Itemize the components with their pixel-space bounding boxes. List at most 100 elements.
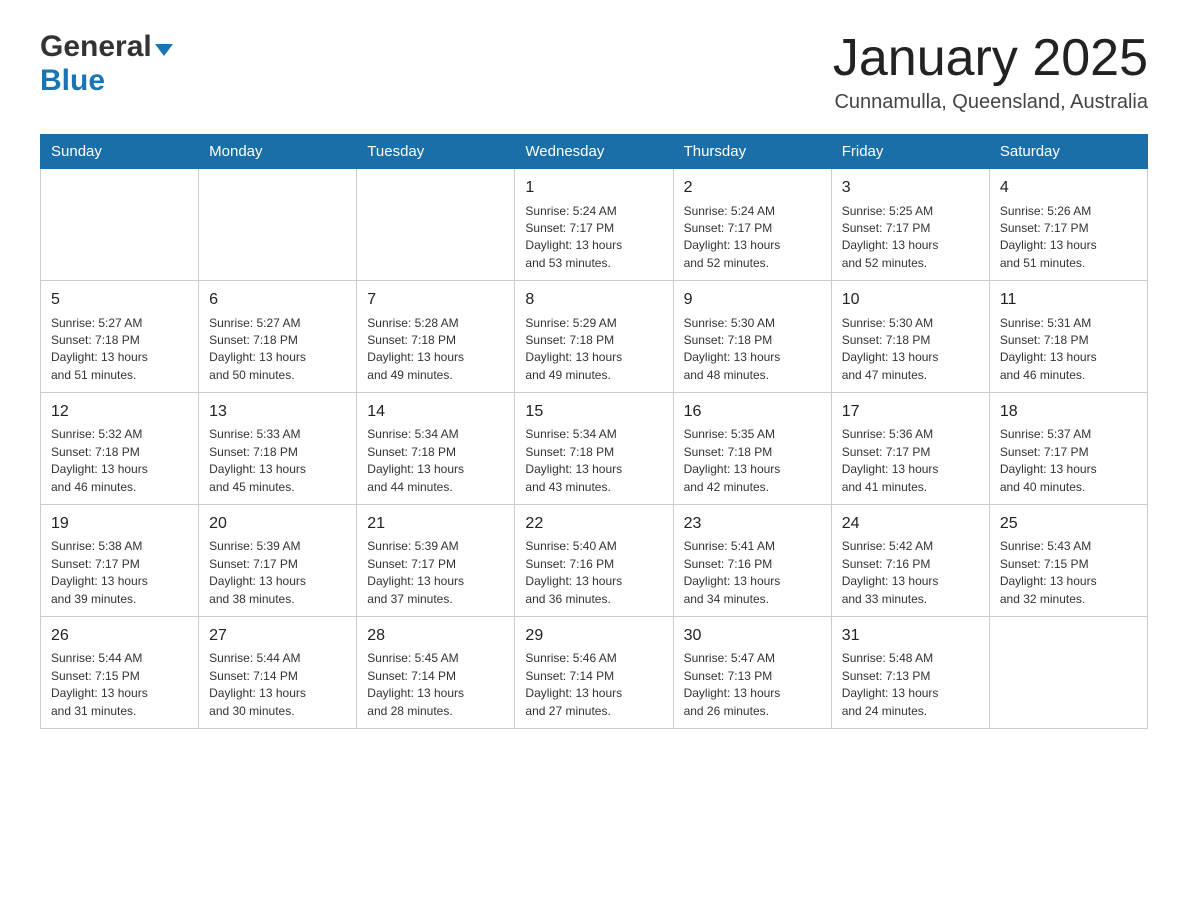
day-cell: 20Sunrise: 5:39 AMSunset: 7:17 PMDayligh…	[199, 505, 357, 617]
day-cell: 29 Sunrise: 5:46 AMSunset: 7:14 PMDayligh…	[515, 617, 673, 729]
day-cell: 12 Sunrise: 5:32 AMSunset: 7:18 PMDayligh…	[41, 393, 199, 505]
day-info: Sunrise: 5:40 AMSunset: 7:16 PMDaylight:…	[525, 538, 662, 608]
day-info: Sunrise: 5:27 AMSunset: 7:18 PMDaylight:…	[209, 315, 346, 385]
day-info: Sunrise: 5:37 AMSunset: 7:17 PMDaylight:…	[1000, 426, 1137, 496]
day-info: Sunrise: 5:39 AMSunset: 7:17 PMDaylight:…	[367, 538, 504, 608]
day-cell: 7 Sunrise: 5:28 AMSunset: 7:18 PMDaylight…	[357, 281, 515, 393]
day-cell: 27 Sunrise: 5:44 AMSunset: 7:14 PMDayligh…	[199, 617, 357, 729]
day-number: 18	[1000, 401, 1137, 423]
calendar-header-row: Sunday Monday Tuesday Wednesday Thursday…	[41, 135, 1148, 169]
day-info: Sunrise: 5:41 AMSunset: 7:16 PMDaylight:…	[684, 538, 821, 608]
day-number: 23	[684, 513, 821, 535]
day-cell: 9 Sunrise: 5:30 AMSunset: 7:18 PMDaylight…	[673, 281, 831, 393]
day-number: 8	[525, 289, 662, 311]
week-row-3: 19 Sunrise: 5:38 AMSunset: 7:17 PMDayligh…	[41, 505, 1148, 617]
day-number: 3	[842, 177, 979, 199]
day-number: 21	[367, 513, 504, 535]
logo-blue-text: Blue	[40, 64, 173, 98]
day-number: 16	[684, 401, 821, 423]
day-cell: 1 Sunrise: 5:24 AMSunset: 7:17 PMDaylight…	[515, 169, 673, 281]
logo-text-block: General Blue	[40, 30, 173, 98]
day-info: Sunrise: 5:34 AMSunset: 7:18 PMDaylight:…	[367, 426, 504, 496]
day-number: 4	[1000, 177, 1137, 199]
week-row-2: 12 Sunrise: 5:32 AMSunset: 7:18 PMDayligh…	[41, 393, 1148, 505]
day-info: Sunrise: 5:38 AMSunset: 7:17 PMDaylight:…	[51, 538, 188, 608]
day-number: 28	[367, 625, 504, 647]
day-number: 13	[209, 401, 346, 423]
header-tuesday: Tuesday	[357, 135, 515, 169]
day-info: Sunrise: 5:44 AMSunset: 7:15 PMDaylight:…	[51, 650, 188, 720]
day-info: Sunrise: 5:34 AMSunset: 7:18 PMDaylight:…	[525, 426, 662, 496]
day-number: 30	[684, 625, 821, 647]
day-info: Sunrise: 5:35 AMSunset: 7:18 PMDaylight:…	[684, 426, 821, 496]
day-cell: 13 Sunrise: 5:33 AMSunset: 7:18 PMDayligh…	[199, 393, 357, 505]
header-thursday: Thursday	[673, 135, 831, 169]
day-cell: 5Sunrise: 5:27 AMSunset: 7:18 PMDaylight…	[41, 281, 199, 393]
day-cell: 24Sunrise: 5:42 AMSunset: 7:16 PMDayligh…	[831, 505, 989, 617]
day-info: Sunrise: 5:25 AMSunset: 7:17 PMDaylight:…	[842, 203, 979, 273]
header-monday: Monday	[199, 135, 357, 169]
day-info: Sunrise: 5:29 AMSunset: 7:18 PMDaylight:…	[525, 315, 662, 385]
day-cell: 23 Sunrise: 5:41 AMSunset: 7:16 PMDayligh…	[673, 505, 831, 617]
day-info: Sunrise: 5:24 AMSunset: 7:17 PMDaylight:…	[525, 203, 662, 273]
day-number: 14	[367, 401, 504, 423]
day-info: Sunrise: 5:46 AMSunset: 7:14 PMDaylight:…	[525, 650, 662, 720]
logo: General Blue	[40, 30, 173, 98]
logo-triangle-icon	[155, 44, 173, 56]
title-section: January 2025 Cunnamulla, Queensland, Aus…	[833, 30, 1148, 114]
day-info: Sunrise: 5:31 AMSunset: 7:18 PMDaylight:…	[1000, 315, 1137, 385]
day-cell: 17Sunrise: 5:36 AMSunset: 7:17 PMDayligh…	[831, 393, 989, 505]
day-cell: 22 Sunrise: 5:40 AMSunset: 7:16 PMDayligh…	[515, 505, 673, 617]
day-number: 29	[525, 625, 662, 647]
day-number: 25	[1000, 513, 1137, 535]
header-wednesday: Wednesday	[515, 135, 673, 169]
day-number: 7	[367, 289, 504, 311]
day-info: Sunrise: 5:30 AMSunset: 7:18 PMDaylight:…	[842, 315, 979, 385]
day-cell: 31 Sunrise: 5:48 AMSunset: 7:13 PMDayligh…	[831, 617, 989, 729]
day-info: Sunrise: 5:42 AMSunset: 7:16 PMDaylight:…	[842, 538, 979, 608]
day-number: 20	[209, 513, 346, 535]
day-info: Sunrise: 5:32 AMSunset: 7:18 PMDaylight:…	[51, 426, 188, 496]
day-cell	[41, 169, 199, 281]
day-cell: 18 Sunrise: 5:37 AMSunset: 7:17 PMDayligh…	[989, 393, 1147, 505]
day-cell	[357, 169, 515, 281]
day-number: 31	[842, 625, 979, 647]
day-info: Sunrise: 5:26 AMSunset: 7:17 PMDaylight:…	[1000, 203, 1137, 273]
day-number: 15	[525, 401, 662, 423]
day-number: 11	[1000, 289, 1137, 311]
day-number: 10	[842, 289, 979, 311]
day-cell: 15 Sunrise: 5:34 AMSunset: 7:18 PMDayligh…	[515, 393, 673, 505]
page-header: General Blue January 2025 Cunnamulla, Qu…	[40, 30, 1148, 114]
day-cell: 25Sunrise: 5:43 AMSunset: 7:15 PMDayligh…	[989, 505, 1147, 617]
header-friday: Friday	[831, 135, 989, 169]
day-info: Sunrise: 5:44 AMSunset: 7:14 PMDaylight:…	[209, 650, 346, 720]
day-cell: 16 Sunrise: 5:35 AMSunset: 7:18 PMDayligh…	[673, 393, 831, 505]
day-number: 12	[51, 401, 188, 423]
calendar-table: Sunday Monday Tuesday Wednesday Thursday…	[40, 134, 1148, 729]
day-number: 9	[684, 289, 821, 311]
day-number: 27	[209, 625, 346, 647]
day-cell: 3 Sunrise: 5:25 AMSunset: 7:17 PMDaylight…	[831, 169, 989, 281]
day-info: Sunrise: 5:45 AMSunset: 7:14 PMDaylight:…	[367, 650, 504, 720]
day-cell: 10 Sunrise: 5:30 AMSunset: 7:18 PMDayligh…	[831, 281, 989, 393]
day-number: 2	[684, 177, 821, 199]
day-info: Sunrise: 5:33 AMSunset: 7:18 PMDaylight:…	[209, 426, 346, 496]
day-cell: 2Sunrise: 5:24 AMSunset: 7:17 PMDaylight…	[673, 169, 831, 281]
logo-general-text: General	[40, 30, 152, 64]
day-info: Sunrise: 5:48 AMSunset: 7:13 PMDaylight:…	[842, 650, 979, 720]
header-sunday: Sunday	[41, 135, 199, 169]
week-row-4: 26 Sunrise: 5:44 AMSunset: 7:15 PMDayligh…	[41, 617, 1148, 729]
day-info: Sunrise: 5:28 AMSunset: 7:18 PMDaylight:…	[367, 315, 504, 385]
day-info: Sunrise: 5:36 AMSunset: 7:17 PMDaylight:…	[842, 426, 979, 496]
day-info: Sunrise: 5:47 AMSunset: 7:13 PMDaylight:…	[684, 650, 821, 720]
day-cell: 6Sunrise: 5:27 AMSunset: 7:18 PMDaylight…	[199, 281, 357, 393]
day-number: 19	[51, 513, 188, 535]
day-number: 1	[525, 177, 662, 199]
day-info: Sunrise: 5:30 AMSunset: 7:18 PMDaylight:…	[684, 315, 821, 385]
day-number: 22	[525, 513, 662, 535]
day-cell: 30 Sunrise: 5:47 AMSunset: 7:13 PMDayligh…	[673, 617, 831, 729]
day-number: 26	[51, 625, 188, 647]
day-cell	[199, 169, 357, 281]
day-cell	[989, 617, 1147, 729]
day-cell: 28 Sunrise: 5:45 AMSunset: 7:14 PMDayligh…	[357, 617, 515, 729]
